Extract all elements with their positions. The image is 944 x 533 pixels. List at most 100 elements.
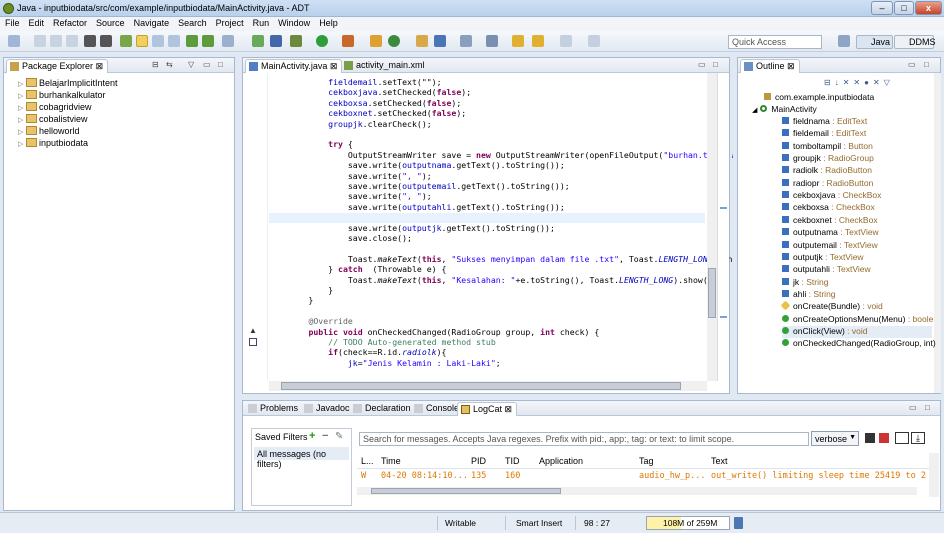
outline-member[interactable]: fieldemail : EditText bbox=[782, 128, 866, 140]
lint-icon[interactable] bbox=[168, 35, 180, 47]
scrollbar-thumb[interactable] bbox=[281, 382, 681, 390]
open-perspective-icon[interactable] bbox=[252, 35, 264, 47]
outline-member[interactable]: cekboxnet : CheckBox bbox=[782, 215, 878, 227]
maximize-view-icon[interactable]: □ bbox=[925, 403, 930, 412]
collapse-all-icon[interactable]: ⊟ bbox=[824, 78, 835, 87]
outline-member[interactable]: outputemail : TextView bbox=[782, 240, 878, 252]
minimize-button[interactable]: – bbox=[871, 1, 893, 15]
toggle-columns-icon[interactable] bbox=[895, 432, 909, 444]
tree-item-project[interactable]: ▷ cobagridview bbox=[18, 102, 92, 114]
tab-console[interactable]: Console bbox=[411, 402, 463, 416]
menu-refactor[interactable]: Refactor bbox=[48, 17, 91, 28]
code-line[interactable]: // TODO Auto-generated method stub bbox=[269, 337, 496, 347]
code-line[interactable]: } catch (Throwable e) { bbox=[269, 264, 446, 274]
tab-javadoc[interactable]: Javadoc bbox=[301, 402, 354, 416]
menu-file[interactable]: File bbox=[0, 17, 24, 28]
code-line[interactable]: groupjk.clearCheck(); bbox=[269, 119, 432, 129]
outline-member[interactable]: cekboxjava : CheckBox bbox=[782, 190, 881, 202]
trash-gc-icon[interactable] bbox=[734, 517, 743, 529]
outline-member[interactable]: groupjk : RadioGroup bbox=[782, 153, 874, 165]
menu-search[interactable]: Search bbox=[173, 17, 211, 28]
run-icon[interactable] bbox=[316, 35, 328, 47]
hide-nonpublic-icon[interactable]: ● bbox=[864, 78, 873, 87]
outline-member[interactable]: jk : String bbox=[782, 277, 828, 289]
outline-member[interactable]: radiopr : RadioButton bbox=[782, 178, 873, 190]
android-icon[interactable] bbox=[186, 35, 198, 47]
maximize-view-icon[interactable]: □ bbox=[218, 60, 223, 69]
close-tab-icon[interactable]: ⊠ bbox=[505, 404, 513, 414]
tab-declaration[interactable]: Declaration bbox=[350, 402, 415, 416]
maximize-view-icon[interactable]: □ bbox=[713, 60, 718, 69]
debug-icon[interactable] bbox=[152, 35, 164, 47]
edit-filter-icon[interactable]: ✎ bbox=[335, 431, 343, 442]
code-line[interactable]: cekboxjava.setChecked(false); bbox=[269, 87, 471, 97]
pen-icon[interactable] bbox=[270, 35, 282, 47]
minimize-view-icon[interactable]: ▭ bbox=[909, 403, 917, 412]
code-line[interactable]: save.write(", "); bbox=[269, 171, 432, 181]
back-icon[interactable] bbox=[512, 35, 524, 47]
toggle-mark-icon[interactable] bbox=[136, 35, 148, 47]
tree-item-project[interactable]: ▷ BelajarImplicitIntent bbox=[18, 78, 118, 90]
code-line[interactable]: Toast.makeText(this, "Sukses menyimpan d… bbox=[269, 254, 733, 264]
menu-edit[interactable]: Edit bbox=[24, 17, 49, 28]
pin-icon[interactable] bbox=[486, 35, 498, 47]
tab-package-explorer[interactable]: Package Explorer ⊠ bbox=[6, 59, 109, 73]
remove-filter-icon[interactable]: − bbox=[322, 430, 328, 442]
download-icon[interactable] bbox=[100, 35, 112, 47]
hide-fields-icon[interactable]: ✕ bbox=[843, 78, 854, 87]
android-sdk-icon[interactable] bbox=[120, 35, 132, 47]
code-line[interactable]: try { bbox=[269, 139, 353, 149]
code-line[interactable]: } bbox=[269, 295, 313, 305]
scrollbar-thumb[interactable] bbox=[371, 488, 561, 494]
hide-local-types-icon[interactable]: ✕ bbox=[873, 78, 884, 87]
debug-bug-icon[interactable] bbox=[290, 35, 302, 47]
editor-horizontal-scrollbar[interactable] bbox=[269, 381, 707, 391]
column-pid[interactable]: PID bbox=[471, 456, 486, 466]
code-line[interactable]: public void onCheckedChanged(RadioGroup … bbox=[269, 327, 599, 337]
outline-member[interactable]: outputjk : TextView bbox=[782, 252, 864, 264]
scroll-lock-icon[interactable]: ⤓ bbox=[911, 432, 925, 444]
logcat-vertical-scrollbar[interactable] bbox=[929, 453, 939, 497]
outline-member[interactable]: onCreate(Bundle) : void bbox=[780, 300, 883, 313]
maximize-view-icon[interactable]: □ bbox=[924, 60, 929, 69]
close-tab-icon[interactable]: ⊠ bbox=[96, 61, 104, 71]
external-tools-icon[interactable] bbox=[342, 35, 354, 47]
heap-status-bar[interactable]: 108M of 259M bbox=[646, 516, 730, 530]
ddms-perspective-button[interactable]: DDMS bbox=[894, 35, 936, 49]
outline-member[interactable]: ahli : String bbox=[782, 289, 836, 301]
outline-member[interactable]: radiolk : RadioButton bbox=[782, 165, 872, 177]
task-icon[interactable] bbox=[222, 35, 234, 47]
save-icon[interactable] bbox=[34, 35, 46, 47]
logcat-horizontal-scrollbar[interactable] bbox=[357, 487, 917, 495]
editor-vertical-scrollbar[interactable] bbox=[707, 73, 717, 381]
menu-navigate[interactable]: Navigate bbox=[129, 17, 174, 28]
collapse-all-icon[interactable]: ⊟ bbox=[152, 60, 159, 69]
next-annotation-icon[interactable] bbox=[460, 35, 472, 47]
outline-member[interactable]: cekboxsa : CheckBox bbox=[782, 202, 875, 214]
column-text[interactable]: Text bbox=[711, 456, 728, 466]
clear-log-icon[interactable] bbox=[879, 433, 889, 443]
close-tab-icon[interactable]: ⊠ bbox=[787, 61, 795, 71]
last-edit-icon[interactable] bbox=[560, 35, 572, 47]
new-package-icon[interactable] bbox=[388, 35, 400, 47]
sort-icon[interactable]: ↓ bbox=[835, 78, 843, 87]
code-line[interactable]: save.write(outputahli.getText().toString… bbox=[269, 202, 565, 212]
view-menu-icon[interactable]: ▽ bbox=[188, 60, 194, 69]
logcat-search-input[interactable]: Search for messages. Accepts Java regexe… bbox=[359, 432, 809, 446]
column-tag[interactable]: Tag bbox=[639, 456, 654, 466]
upload-icon[interactable] bbox=[84, 35, 96, 47]
logcat-row[interactable]: W 04-20 08:14:10... 135 160 audio_hw_p..… bbox=[357, 471, 929, 483]
tab-mainactivity-java[interactable]: MainActivity.java ⊠ bbox=[245, 59, 343, 73]
tab-activity-main-xml[interactable]: activity_main.xml bbox=[341, 59, 429, 73]
tree-item-project[interactable]: ▷ helloworld bbox=[18, 126, 80, 138]
column-tid[interactable]: TID bbox=[505, 456, 520, 466]
hide-static-icon[interactable]: ✕ bbox=[853, 78, 864, 87]
minimize-view-icon[interactable]: ▭ bbox=[908, 60, 916, 69]
outline-package[interactable]: com.example.inputbiodata bbox=[764, 92, 874, 104]
outline-class[interactable]: ◢ MainActivity bbox=[752, 104, 817, 116]
menu-run[interactable]: Run bbox=[248, 17, 274, 28]
code-line[interactable]: save.write(outputemail.getText().toStrin… bbox=[269, 181, 570, 191]
tab-problems[interactable]: Problems bbox=[245, 402, 302, 416]
log-level-select[interactable]: verbose ▼ bbox=[811, 431, 859, 446]
minimize-view-icon[interactable]: ▭ bbox=[203, 60, 211, 69]
